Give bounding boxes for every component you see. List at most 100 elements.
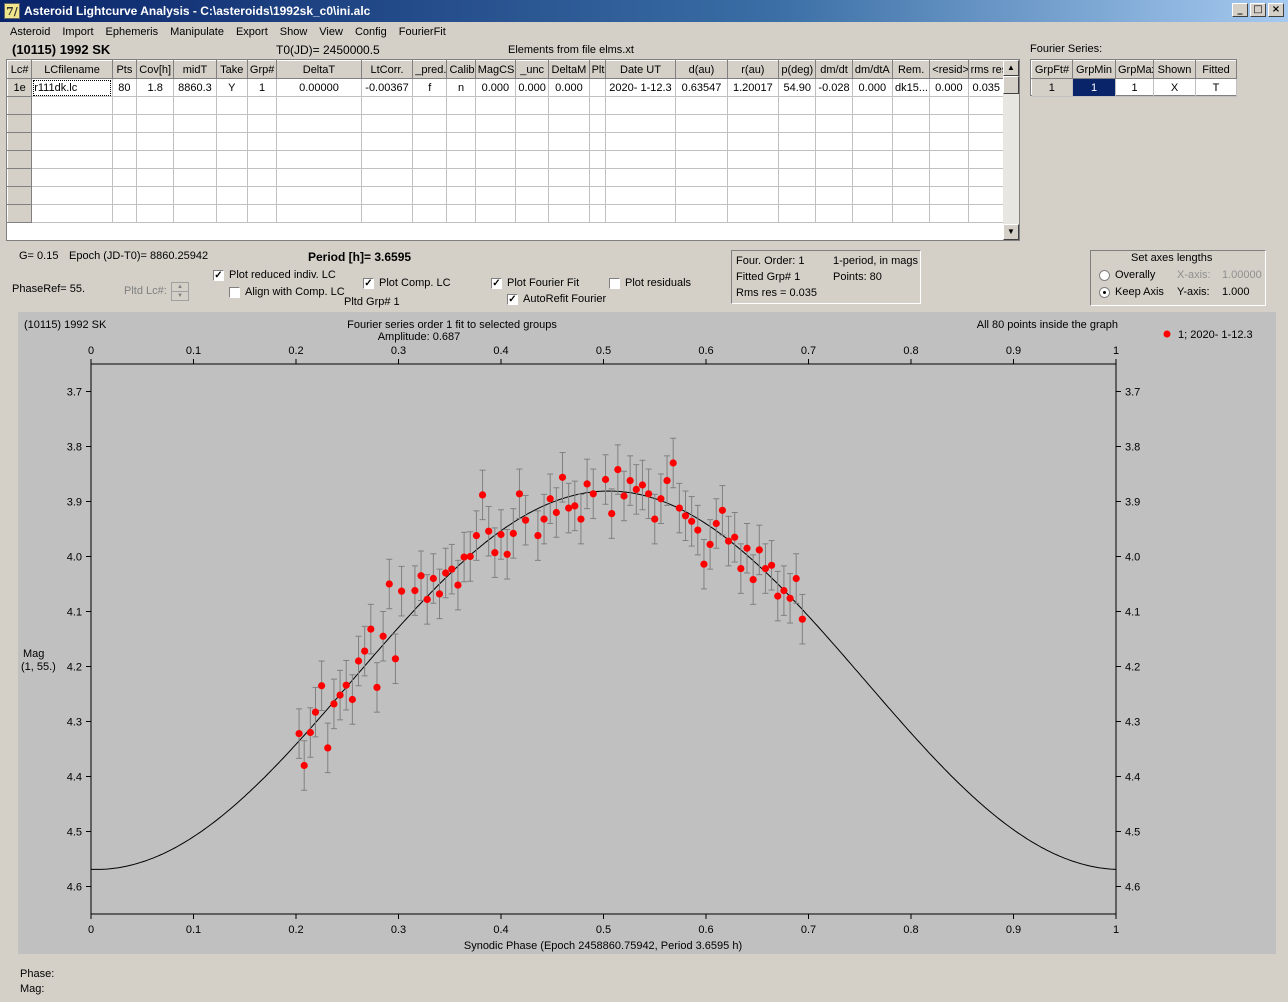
table-cell[interactable]: 1.8 [136, 78, 175, 97]
table-cell[interactable]: r111dk.lc [31, 78, 113, 97]
menu-show[interactable]: Show [274, 26, 314, 38]
scroll-up-icon[interactable]: ▲ [1003, 60, 1019, 76]
table-cell[interactable]: 1 [1072, 78, 1116, 97]
plot-residuals-checkbox[interactable]: Plot residuals [609, 277, 691, 289]
table-cell[interactable]: 1 [1115, 78, 1154, 97]
menu-manipulate[interactable]: Manipulate [164, 26, 230, 38]
plot-comp-checkbox[interactable]: ✓ Plot Comp. LC [363, 277, 451, 289]
check-icon[interactable]: ✓ [507, 293, 518, 305]
column-header[interactable]: MagCS [474, 60, 517, 79]
table-cell[interactable]: 0.000 [852, 78, 893, 97]
menu-ephemeris[interactable]: Ephemeris [100, 26, 165, 38]
check-icon[interactable] [229, 286, 240, 298]
lightcurve-plot[interactable]: 0 0 0.1 0.1 0.2 0.2 0.3 0.3 0.4 0.4 0.5 0.5 0.6 0.6 0.… [18, 312, 1276, 954]
check-icon[interactable]: ✓ [491, 277, 502, 289]
table-cell[interactable]: T [1195, 78, 1237, 97]
table-cell[interactable]: 1 [247, 78, 278, 97]
column-header[interactable]: p(deg) [778, 60, 817, 79]
menu-config[interactable]: Config [349, 26, 393, 38]
column-header[interactable]: GrpMin [1072, 60, 1116, 79]
column-header[interactable]: Pts [111, 60, 138, 79]
column-header[interactable]: dm/dtA [851, 60, 893, 79]
table-cell[interactable]: 8860.3 [173, 78, 217, 97]
menu-asteroid[interactable]: Asteroid [4, 26, 56, 38]
column-header[interactable]: d(au) [675, 60, 728, 79]
column-header[interactable]: DeltaM [548, 60, 590, 79]
column-header[interactable]: Fitted [1195, 60, 1237, 79]
column-header[interactable]: rms res [967, 60, 1006, 79]
column-header[interactable]: Rem. [891, 60, 931, 79]
table-scrollbar[interactable]: ▲ ▼ [1003, 60, 1019, 240]
plot-reduced-checkbox[interactable]: ✓ Plot reduced indiv. LC [213, 269, 336, 281]
table-cell[interactable]: 0.000 [515, 78, 550, 97]
table-cell[interactable]: 0.035 [968, 78, 1006, 97]
minimize-button[interactable]: _ [1232, 3, 1248, 17]
column-header[interactable]: Grp# [246, 60, 278, 79]
scroll-down-icon[interactable]: ▼ [1003, 224, 1019, 240]
menu-view[interactable]: View [313, 26, 349, 38]
check-icon[interactable] [609, 277, 620, 289]
table-cell[interactable]: Y [216, 78, 248, 97]
column-header[interactable]: Take [215, 60, 248, 79]
table-cell[interactable]: -0.00367 [361, 78, 414, 97]
radio-icon[interactable] [1099, 269, 1110, 281]
spin-down-icon[interactable]: ▼ [172, 292, 188, 300]
fourier-series-table[interactable]: GrpFt# GrpMin GrpMax Shown Fitted 111XT [1030, 59, 1237, 97]
table-cell[interactable]: n [446, 78, 476, 97]
column-header[interactable]: _pred. [412, 60, 448, 79]
x-tick-label-top: 0.1 [186, 345, 201, 357]
overally-radio[interactable]: Overally [1099, 269, 1155, 281]
column-header[interactable]: dm/dt [815, 60, 853, 79]
pltd-lc-spinner[interactable]: ▲ ▼ [171, 282, 189, 301]
column-header[interactable]: LCfilename [31, 60, 113, 79]
column-header[interactable]: _unc [514, 60, 550, 79]
table-cell[interactable]: 0.000 [929, 78, 969, 97]
fit-info-box: Four. Order: 1 1-period, in mags Fitted … [731, 250, 921, 304]
column-header[interactable]: Shown [1153, 60, 1196, 79]
table-cell[interactable]: 1 [1031, 78, 1073, 97]
check-icon[interactable]: ✓ [363, 277, 374, 289]
table-cell[interactable]: 1e [6, 78, 33, 97]
menu-import[interactable]: Import [56, 26, 99, 38]
table-cell[interactable]: 2020- 1-12.3 [605, 78, 677, 97]
app-icon[interactable]: 7/ [4, 3, 20, 19]
keep-axis-radio[interactable]: Keep Axis [1099, 286, 1164, 298]
autorefit-checkbox[interactable]: ✓ AutoRefit Fourier [507, 293, 606, 305]
column-header[interactable]: Cov[h] [136, 60, 175, 79]
table-cell[interactable]: 0.00000 [276, 78, 362, 97]
align-comp-checkbox[interactable]: Align with Comp. LC [229, 286, 345, 298]
table-cell[interactable]: 0.000 [548, 78, 590, 97]
lightcurve-chart[interactable]: 0 0 0.1 0.1 0.2 0.2 0.3 0.3 0.4 0.4 0.5 0.5 0.6 0.6 0.… [18, 312, 1276, 954]
column-header[interactable]: LtCorr. [360, 60, 414, 79]
table-cell[interactable]: 1.20017 [727, 78, 780, 97]
radio-icon[interactable] [1099, 286, 1110, 298]
column-header[interactable]: Date UT [604, 60, 677, 79]
column-header[interactable]: r(au) [726, 60, 780, 79]
plot-fourier-checkbox[interactable]: ✓ Plot Fourier Fit [491, 277, 579, 289]
column-header[interactable]: GrpFt# [1031, 60, 1073, 79]
column-header[interactable]: Calib. [446, 60, 476, 79]
maximize-button[interactable]: □ [1250, 3, 1266, 17]
spin-up-icon[interactable]: ▲ [172, 283, 188, 292]
menu-fourierfit[interactable]: FourierFit [393, 26, 452, 38]
close-button[interactable]: × [1268, 3, 1284, 17]
table-cell[interactable]: 0.000 [475, 78, 517, 97]
column-header[interactable]: <resid> [929, 60, 969, 79]
table-cell[interactable]: 0.63547 [675, 78, 728, 97]
scroll-thumb[interactable] [1003, 76, 1019, 94]
check-icon[interactable]: ✓ [213, 269, 224, 281]
table-cell[interactable]: -0.028 [815, 78, 853, 97]
table-cell[interactable] [589, 78, 606, 97]
lightcurve-table[interactable]: Lc# LCfilename Pts Cov[h] midT Take Grp# DeltaT… [6, 59, 1020, 241]
column-header[interactable]: midT [173, 60, 217, 79]
table-cell[interactable]: X [1153, 78, 1196, 97]
table-cell[interactable]: dk15... [892, 78, 931, 97]
column-header[interactable]: Lc# [6, 60, 33, 79]
column-header[interactable]: Plt [588, 60, 606, 79]
column-header[interactable]: DeltaT [276, 60, 362, 79]
column-header[interactable]: GrpMax [1115, 60, 1154, 79]
menu-export[interactable]: Export [230, 26, 274, 38]
table-cell[interactable]: f [412, 78, 448, 97]
table-cell[interactable]: 80 [112, 78, 138, 97]
table-cell[interactable]: 54.90 [778, 78, 817, 97]
